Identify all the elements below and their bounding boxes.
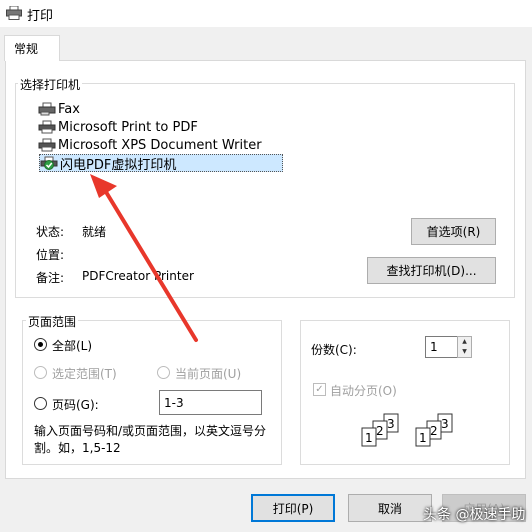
default-printer-icon xyxy=(40,156,58,170)
printer-name: Microsoft XPS Document Writer xyxy=(58,137,262,153)
collate-pages-icon: 3 2 1 xyxy=(415,413,453,447)
printer-icon xyxy=(38,120,56,134)
comment-value: PDFCreator Printer xyxy=(82,269,194,283)
svg-text:3: 3 xyxy=(441,417,449,431)
title-bar: 打印 xyxy=(0,0,532,27)
pages-input[interactable] xyxy=(159,390,262,415)
printer-item-microsoft-xps-document-writer[interactable]: Microsoft XPS Document Writer xyxy=(38,136,262,154)
selection-radio[interactable] xyxy=(34,366,47,379)
status-label: 状态: xyxy=(36,225,65,239)
collate-label: 自动分页(O) xyxy=(330,384,397,398)
find-printer-button[interactable]: 查找打印机(D)... xyxy=(367,257,496,284)
svg-text:2: 2 xyxy=(430,424,438,438)
pages-label: 页码(G): xyxy=(52,398,99,412)
printer-name: Microsoft Print to PDF xyxy=(58,119,198,135)
window-title: 打印 xyxy=(27,9,54,24)
copies-input[interactable] xyxy=(425,336,458,358)
all-pages-radio[interactable] xyxy=(34,338,47,351)
comment-label: 备注: xyxy=(36,271,65,285)
status-value: 就绪 xyxy=(82,225,107,239)
printer-icon xyxy=(6,6,22,20)
current-page-label: 当前页面(U) xyxy=(175,367,242,381)
svg-text:2: 2 xyxy=(376,424,384,438)
printer-name: Fax xyxy=(58,101,80,117)
printer-item-fax[interactable]: Fax xyxy=(38,100,80,118)
page-range-legend: 页面范围 xyxy=(26,313,79,330)
collate-checkbox[interactable]: ✓ xyxy=(313,383,326,396)
all-pages-label: 全部(L) xyxy=(52,339,93,353)
page-range-hint: 输入页面号码和/或页面范围，以英文逗号分割。如，1,5-12 xyxy=(34,424,267,455)
svg-text:1: 1 xyxy=(419,431,427,445)
tab-general-label: 常规 xyxy=(14,42,39,56)
spin-down-icon[interactable]: ▼ xyxy=(458,347,471,357)
preferences-button[interactable]: 首选项(R) xyxy=(411,218,496,245)
print-button[interactable]: 打印(P) xyxy=(251,494,335,522)
spin-up-icon[interactable]: ▲ xyxy=(458,337,471,347)
collate-pages-icon: 3 2 1 xyxy=(361,413,399,447)
select-printer-legend: 选择打印机 xyxy=(18,76,83,93)
current-page-radio[interactable] xyxy=(157,366,170,379)
printer-item-microsoft-print-to-pdf[interactable]: Microsoft Print to PDF xyxy=(38,118,198,136)
svg-text:3: 3 xyxy=(387,417,395,431)
fax-icon xyxy=(38,102,56,116)
svg-text:1: 1 xyxy=(365,431,373,445)
location-label: 位置: xyxy=(36,248,65,262)
selection-label: 选定范围(T) xyxy=(52,367,117,381)
cancel-button[interactable]: 取消 xyxy=(348,494,432,522)
printer-item-shandian-pdf[interactable]: 闪电PDF虚拟打印机 xyxy=(39,154,283,173)
printer-icon xyxy=(38,138,56,152)
pages-radio[interactable] xyxy=(34,397,47,410)
watermark: 头条 @极速手助 xyxy=(423,507,526,523)
copies-spinner[interactable]: ▲ ▼ xyxy=(457,336,472,358)
printer-name: 闪电PDF虚拟打印机 xyxy=(60,157,177,173)
copies-label: 份数(C): xyxy=(311,343,357,357)
